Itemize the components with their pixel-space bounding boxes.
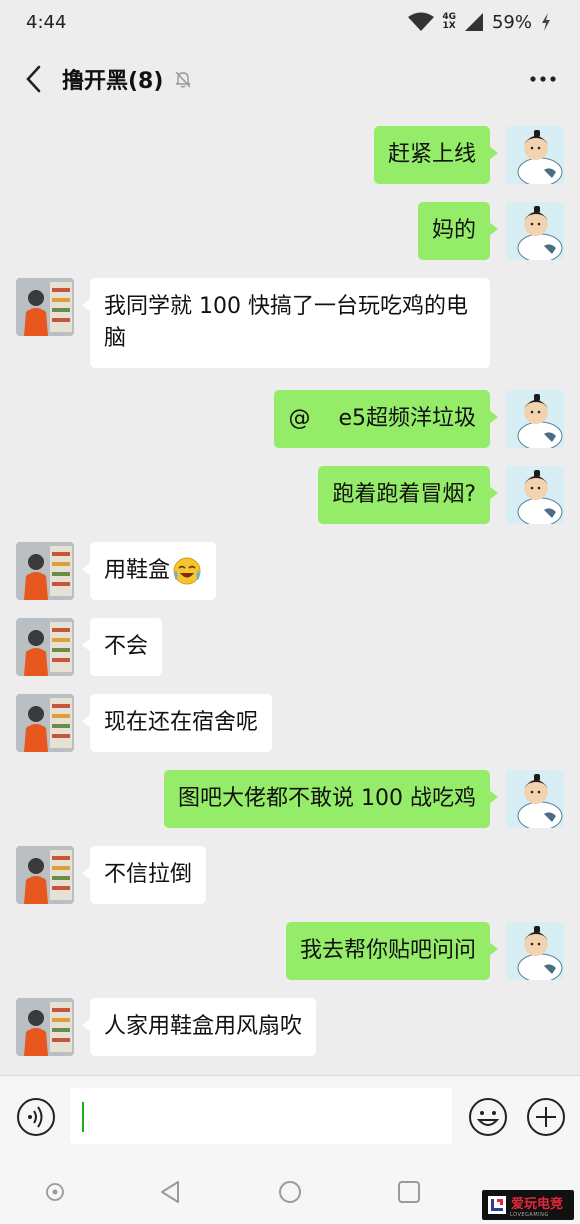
avatar-friend[interactable] (16, 998, 74, 1056)
message-bubble-incoming[interactable]: 人家用鞋盒用风扇吹 (81, 998, 317, 1056)
avatar-friend[interactable] (16, 846, 74, 904)
message-bubble-outgoing[interactable]: 图吧大佬都不敢说 100 战吃鸡 (164, 770, 498, 828)
more-icon[interactable] (528, 69, 558, 89)
text-caret (82, 1102, 84, 1132)
avatar-self[interactable] (506, 202, 564, 260)
input-bar (0, 1075, 580, 1159)
back-triangle-icon[interactable] (158, 1179, 184, 1205)
avatar-friend[interactable] (16, 542, 74, 600)
status-time: 4:44 (26, 11, 67, 33)
message-bubble-incoming[interactable]: 用鞋盒 (81, 542, 217, 600)
message-bubble-incoming[interactable]: 现在还在宿舍呢 (81, 694, 273, 752)
status-icons: 4G 1X 59% (408, 12, 552, 33)
chat-header: 撸开黑(8) (0, 44, 580, 114)
avatar-self[interactable] (506, 126, 564, 184)
mute-bell-icon (175, 71, 191, 88)
avatar-self[interactable] (506, 770, 564, 828)
emoji-icon[interactable] (468, 1097, 508, 1137)
message-input[interactable] (70, 1088, 452, 1144)
crying-laughing-emoji-icon (173, 557, 201, 585)
watermark-logo-icon (488, 1196, 506, 1214)
signal-icon (464, 13, 483, 31)
message-bubble-outgoing[interactable]: 跑着跑着冒烟? (318, 466, 498, 524)
message-bubble-outgoing[interactable]: 妈的 (417, 202, 499, 260)
android-nav-bar: 爱玩电竞 LOVEGAMING (0, 1159, 580, 1224)
status-bar: 4:44 4G 1X 59% (0, 0, 580, 44)
recent-apps-icon[interactable] (42, 1179, 68, 1205)
avatar-friend[interactable] (16, 694, 74, 752)
message-text: 用鞋盒 (104, 558, 171, 583)
back-arrow-icon[interactable] (22, 64, 44, 94)
avatar-friend[interactable] (16, 618, 74, 676)
avatar-self[interactable] (506, 466, 564, 524)
plus-icon[interactable] (526, 1097, 566, 1137)
message-bubble-incoming[interactable]: 我同学就 100 快搞了一台玩吃鸡的电脑 (82, 278, 490, 368)
watermark-logo: 爱玩电竞 LOVEGAMING (482, 1190, 574, 1220)
message-bubble-outgoing[interactable]: @ e5超频洋垃圾 (274, 390, 498, 448)
watermark-text: 爱玩电竞 (511, 1197, 564, 1212)
message-bubble-incoming[interactable]: 不会 (81, 618, 163, 676)
network-indicator: 4G 1X (442, 13, 456, 31)
voice-icon[interactable] (16, 1097, 56, 1137)
message-bubble-outgoing[interactable]: 我去帮你贴吧问问 (285, 922, 499, 980)
wifi-icon (408, 12, 435, 31)
square-icon[interactable] (396, 1179, 422, 1205)
home-circle-icon[interactable] (277, 1179, 303, 1205)
battery-percent: 59% (491, 11, 532, 33)
chat-title: 撸开黑(8) (62, 69, 164, 94)
avatar-friend[interactable] (16, 278, 74, 336)
network-type-bottom: 1X (442, 21, 456, 31)
message-bubble-incoming[interactable]: 不信拉倒 (81, 846, 207, 904)
avatar-self[interactable] (506, 922, 564, 980)
battery-charging-icon (542, 13, 550, 31)
watermark-subtext: LOVEGAMING (510, 1212, 549, 1218)
message-bubble-outgoing[interactable]: 赶紧上线 (373, 126, 499, 184)
avatar-self[interactable] (506, 390, 564, 448)
